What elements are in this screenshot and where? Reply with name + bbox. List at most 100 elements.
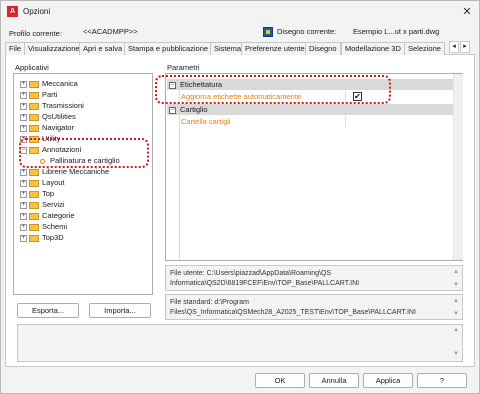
folder-icon — [29, 102, 39, 110]
close-icon[interactable]: ✕ — [459, 4, 475, 20]
category-cartiglio[interactable]: − Cartiglio — [167, 104, 463, 115]
folder-icon — [29, 168, 39, 176]
tree-item-librerie-meccaniche[interactable]: + Librerie Meccaniche — [20, 166, 109, 177]
property-cartella-cartigli[interactable]: Cartella cartigli — [167, 116, 463, 127]
parameters-scrollbar[interactable] — [453, 74, 463, 260]
expand-plus-icon[interactable]: + — [20, 212, 27, 220]
tree-item-label: Layout — [42, 178, 65, 187]
tree-item-top[interactable]: + Top — [20, 188, 54, 199]
aggiorna-etichette-checkbox[interactable]: ✔ — [353, 92, 362, 101]
tree-item-label: Annotazioni — [42, 145, 82, 154]
tree-item-servizi[interactable]: + Servizi — [20, 199, 65, 210]
tree-item-label: QsUtilities — [42, 112, 76, 121]
expand-plus-icon[interactable]: + — [20, 234, 27, 242]
expand-plus-icon[interactable]: + — [20, 135, 27, 143]
tab-visualizzazione[interactable]: Visualizzazione — [24, 42, 84, 55]
drawing-label: Disegno corrente: — [277, 27, 337, 36]
tab-modellazione-3d[interactable]: Modellazione 3D — [341, 42, 405, 55]
import-button[interactable]: Importa... — [89, 303, 151, 318]
tree-item-parti[interactable]: + Parti — [20, 89, 57, 100]
tree-item-qsutilities[interactable]: + QsUtilities — [20, 111, 76, 122]
scroll-up-icon[interactable]: ▲ — [452, 327, 460, 333]
expand-plus-icon[interactable]: + — [20, 190, 27, 198]
options-dialog: A Opzioni ✕ Profilo corrente: <<ACADMPP>… — [0, 0, 480, 394]
folder-icon — [29, 124, 39, 132]
tree-item-utility[interactable]: + Utility — [20, 133, 60, 144]
property-label: Aggiorna etichette automaticamente — [181, 92, 302, 101]
row-indent-divider — [179, 115, 180, 260]
parameters-grid: − Etichettatura Aggiorna etichette automa… — [165, 73, 463, 261]
folder-icon — [29, 234, 39, 242]
folder-icon — [29, 223, 39, 231]
tree-item-schemi[interactable]: + Schemi — [20, 221, 67, 232]
ok-button[interactable]: OK — [255, 373, 305, 388]
tree-item-categorie[interactable]: + Categorie — [20, 210, 75, 221]
tab-scroll-left-icon[interactable]: ◂ — [449, 41, 459, 53]
user-file-text: File utente: C:\Users\piazzad\AppData\Ro… — [170, 270, 360, 287]
help-button[interactable]: ? — [417, 373, 467, 388]
profile-value: <<ACADMPP>> — [83, 27, 138, 36]
autocad-app-icon: A — [7, 6, 18, 17]
tab-scroll-right-icon[interactable]: ▸ — [460, 41, 470, 53]
standard-file-path: File standard: d:\Program Files\QS_Infor… — [165, 294, 463, 320]
profile-label: Profilo corrente: — [9, 29, 62, 38]
category-etichettatura[interactable]: − Etichettatura — [167, 79, 463, 90]
tab-selezione[interactable]: Selezione — [404, 42, 445, 55]
folder-icon — [29, 179, 39, 187]
tree-item-meccanica[interactable]: + Meccanica — [20, 78, 78, 89]
tree-item-label: Parti — [42, 90, 58, 99]
scroll-down-icon[interactable]: ▼ — [452, 280, 460, 290]
title-bar: A Opzioni ✕ — [1, 1, 479, 23]
tree-item-annotazioni[interactable]: − Annotazioni — [20, 144, 81, 155]
cancel-button[interactable]: Annulla — [309, 373, 359, 388]
category-label: Cartiglio — [180, 105, 208, 114]
tab-sistema[interactable]: Sistema — [210, 42, 246, 55]
tab-preferenze-utente[interactable]: Preferenze utente — [241, 42, 309, 55]
window-title: Opzioni — [23, 7, 51, 16]
expand-plus-icon[interactable]: + — [20, 179, 27, 187]
tree-item-layout[interactable]: + Layout — [20, 177, 65, 188]
row-indent-divider — [179, 90, 180, 103]
drawing-value: Esempio L...ut x parti.dwg — [353, 27, 440, 36]
expand-plus-icon[interactable]: + — [20, 201, 27, 209]
scroll-down-icon[interactable]: ▼ — [452, 309, 460, 319]
description-panel: ▲ ▼ — [17, 324, 463, 362]
expand-plus-icon[interactable]: + — [20, 80, 27, 88]
scroll-up-icon[interactable]: ▲ — [452, 267, 460, 277]
folder-icon — [29, 80, 39, 88]
parametri-label: Parametri — [167, 63, 200, 72]
category-label: Etichettatura — [180, 80, 223, 89]
tree-item-label: Navigator — [42, 123, 75, 132]
scroll-up-icon[interactable]: ▲ — [452, 296, 460, 306]
tree-item-label: Top — [42, 189, 55, 198]
tab-file[interactable]: File — [5, 42, 26, 55]
collapse-minus-icon[interactable]: − — [169, 81, 176, 89]
expand-plus-icon[interactable]: + — [20, 223, 27, 231]
tree-item-top3d[interactable]: + Top3D — [20, 232, 64, 243]
property-aggiorna-etichette[interactable]: Aggiorna etichette automaticamente ✔ — [167, 91, 463, 102]
applicativi-tree: + Meccanica + Parti + Trasmissioni + QsUtili… — [13, 73, 153, 295]
folder-icon — [29, 190, 39, 198]
expand-plus-icon[interactable]: + — [20, 168, 27, 176]
expand-plus-icon[interactable]: + — [20, 102, 27, 110]
folder-icon — [29, 113, 39, 121]
collapse-minus-icon[interactable]: − — [169, 106, 176, 114]
standard-file-text: File standard: d:\Program Files\QS_Infor… — [170, 299, 416, 316]
scroll-down-icon[interactable]: ▼ — [452, 351, 460, 357]
tree-item-label: Top3D — [42, 233, 64, 242]
tree-item-pallinatura-e-cartiglio[interactable]: Pallinatura e cartiglio — [40, 155, 120, 166]
folder-open-icon — [29, 146, 39, 154]
expand-plus-icon[interactable]: + — [20, 91, 27, 99]
tree-item-navigator[interactable]: + Navigator — [20, 122, 74, 133]
expand-plus-icon[interactable]: + — [20, 113, 27, 121]
tree-item-trasmissioni[interactable]: + Trasmissioni — [20, 100, 84, 111]
export-button[interactable]: Esporta... — [17, 303, 79, 318]
expand-plus-icon[interactable]: + — [20, 124, 27, 132]
collapse-minus-icon[interactable]: − — [20, 146, 27, 154]
tab-apri-e-salva[interactable]: Apri e salva — [79, 42, 127, 55]
tree-item-label: Servizi — [42, 200, 65, 209]
tree-item-label: Utility — [42, 134, 61, 143]
apply-button[interactable]: Applica — [363, 373, 413, 388]
tab-disegno[interactable]: Disegno — [305, 42, 341, 55]
tab-stampa-e-pubblicazione[interactable]: Stampa e pubblicazione — [124, 42, 213, 55]
